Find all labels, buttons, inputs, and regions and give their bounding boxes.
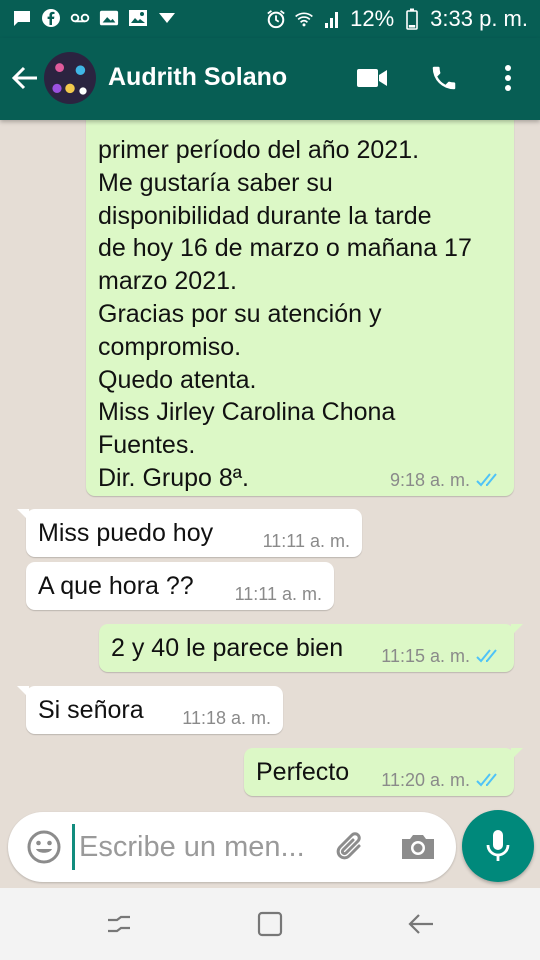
- read-ticks-icon: [476, 773, 497, 787]
- attach-button[interactable]: [332, 828, 370, 866]
- message-time: 9:18 a. m.: [389, 470, 470, 490]
- mic-icon: [486, 830, 510, 861]
- back-nav-button[interactable]: [405, 908, 437, 940]
- system-navigation-bar: [0, 888, 540, 960]
- message-time: 11:15 a. m.: [381, 646, 470, 666]
- message-text-line: compromiso.: [98, 332, 242, 361]
- clock: 3:33 p. m.: [430, 6, 528, 31]
- bubble-tail: [511, 624, 523, 636]
- message-bubble-outgoing[interactable]: Perfecto 11:20 a. m.: [244, 748, 523, 796]
- recent-apps-button[interactable]: [103, 908, 135, 940]
- chat-area[interactable]: primer período del año 2021. Me gustaría…: [0, 120, 540, 810]
- message-meta: 11:20 a. m.: [381, 770, 502, 790]
- read-ticks-icon: [476, 473, 497, 487]
- voicemail-icon: [70, 8, 90, 28]
- message-bubble-incoming[interactable]: Miss puedo hoy 11:11 a. m.: [17, 509, 362, 557]
- more-options-button[interactable]: [488, 58, 528, 98]
- signal-icon: [322, 9, 342, 29]
- message-input[interactable]: [72, 824, 332, 870]
- message-text-line: disponibilidad durante la tarde: [98, 201, 432, 230]
- home-icon: [257, 911, 283, 937]
- read-ticks-icon: [476, 649, 497, 663]
- wifi-icon: [294, 9, 314, 29]
- message-bubble-incoming[interactable]: A que hora ?? 11:11 a. m.: [26, 562, 334, 610]
- dropdown-icon: [157, 8, 177, 28]
- image-icon: [128, 8, 148, 28]
- voice-record-button[interactable]: [462, 810, 534, 882]
- more-vert-icon: [505, 65, 511, 91]
- recent-apps-icon: [108, 915, 130, 933]
- phone-icon: [432, 66, 456, 90]
- message-text-line: primer período del año 2021.: [98, 136, 420, 164]
- camera-icon: [402, 835, 434, 859]
- message-time: 11:11 a. m.: [234, 584, 322, 604]
- alarm-icon: [266, 9, 286, 29]
- notification-icons: [12, 8, 177, 28]
- message-bubble-incoming[interactable]: Si señora 11:18 a. m.: [17, 686, 283, 734]
- attach-icon: [336, 832, 361, 860]
- message-meta: 11:15 a. m.: [381, 646, 502, 666]
- message-bubble-outgoing[interactable]: 2 y 40 le parece bien 11:15 a. m.: [99, 624, 523, 672]
- back-button[interactable]: [8, 58, 42, 98]
- message-notification-icon: [12, 8, 32, 28]
- message-bubble-outgoing[interactable]: primer período del año 2021. Me gustaría…: [86, 120, 514, 496]
- emoji-button[interactable]: [26, 829, 62, 865]
- bubble-tail: [511, 748, 523, 760]
- bubble-tail: [17, 509, 29, 521]
- contact-name[interactable]: Audrith Solano: [108, 63, 287, 92]
- contact-avatar[interactable]: [44, 52, 96, 104]
- photo-icon: [99, 8, 119, 28]
- message-text-line: Quedo atenta.: [98, 365, 257, 394]
- message-text-line-cut: [98, 120, 502, 134]
- message-time: 11:20 a. m.: [381, 770, 470, 790]
- message-composer: [8, 812, 456, 882]
- message-meta: 11:18 a. m.: [182, 708, 271, 728]
- message-text-line: Gracias por su atención y: [98, 299, 382, 328]
- back-nav-icon: [408, 914, 433, 934]
- message-meta: 11:11 a. m.: [235, 584, 322, 604]
- message-text-line: Me gustaría saber su: [98, 168, 333, 197]
- message-text-line: Fuentes.: [98, 431, 196, 460]
- message-meta: 9:18 a. m.: [390, 470, 502, 490]
- battery-percent: 12%: [350, 6, 395, 31]
- message-meta: 11:11 a. m.: [263, 531, 350, 551]
- message-time: 11:11 a. m.: [262, 531, 350, 551]
- facebook-icon: [41, 8, 61, 28]
- message-time: 11:18 a. m.: [182, 708, 271, 728]
- status-bar: 12% 3:33 p. m.: [0, 0, 540, 38]
- video-call-icon: [357, 69, 387, 87]
- bubble-tail: [17, 686, 29, 698]
- emoji-icon: [27, 830, 61, 864]
- battery-icon: [402, 8, 422, 30]
- message-text-line: de hoy 16 de marzo o mañana 17: [98, 234, 472, 263]
- message-text-line: marzo 2021.: [98, 267, 237, 296]
- back-arrow-icon: [11, 66, 37, 90]
- message-text-line: Miss Jirley Carolina Chona: [98, 398, 396, 427]
- voice-call-button[interactable]: [424, 58, 464, 98]
- camera-button[interactable]: [398, 828, 438, 866]
- system-indicators: 12% 3:33 p. m.: [266, 6, 528, 32]
- chat-header: Audrith Solano: [0, 38, 540, 120]
- home-button[interactable]: [254, 908, 286, 940]
- video-call-button[interactable]: [352, 58, 392, 98]
